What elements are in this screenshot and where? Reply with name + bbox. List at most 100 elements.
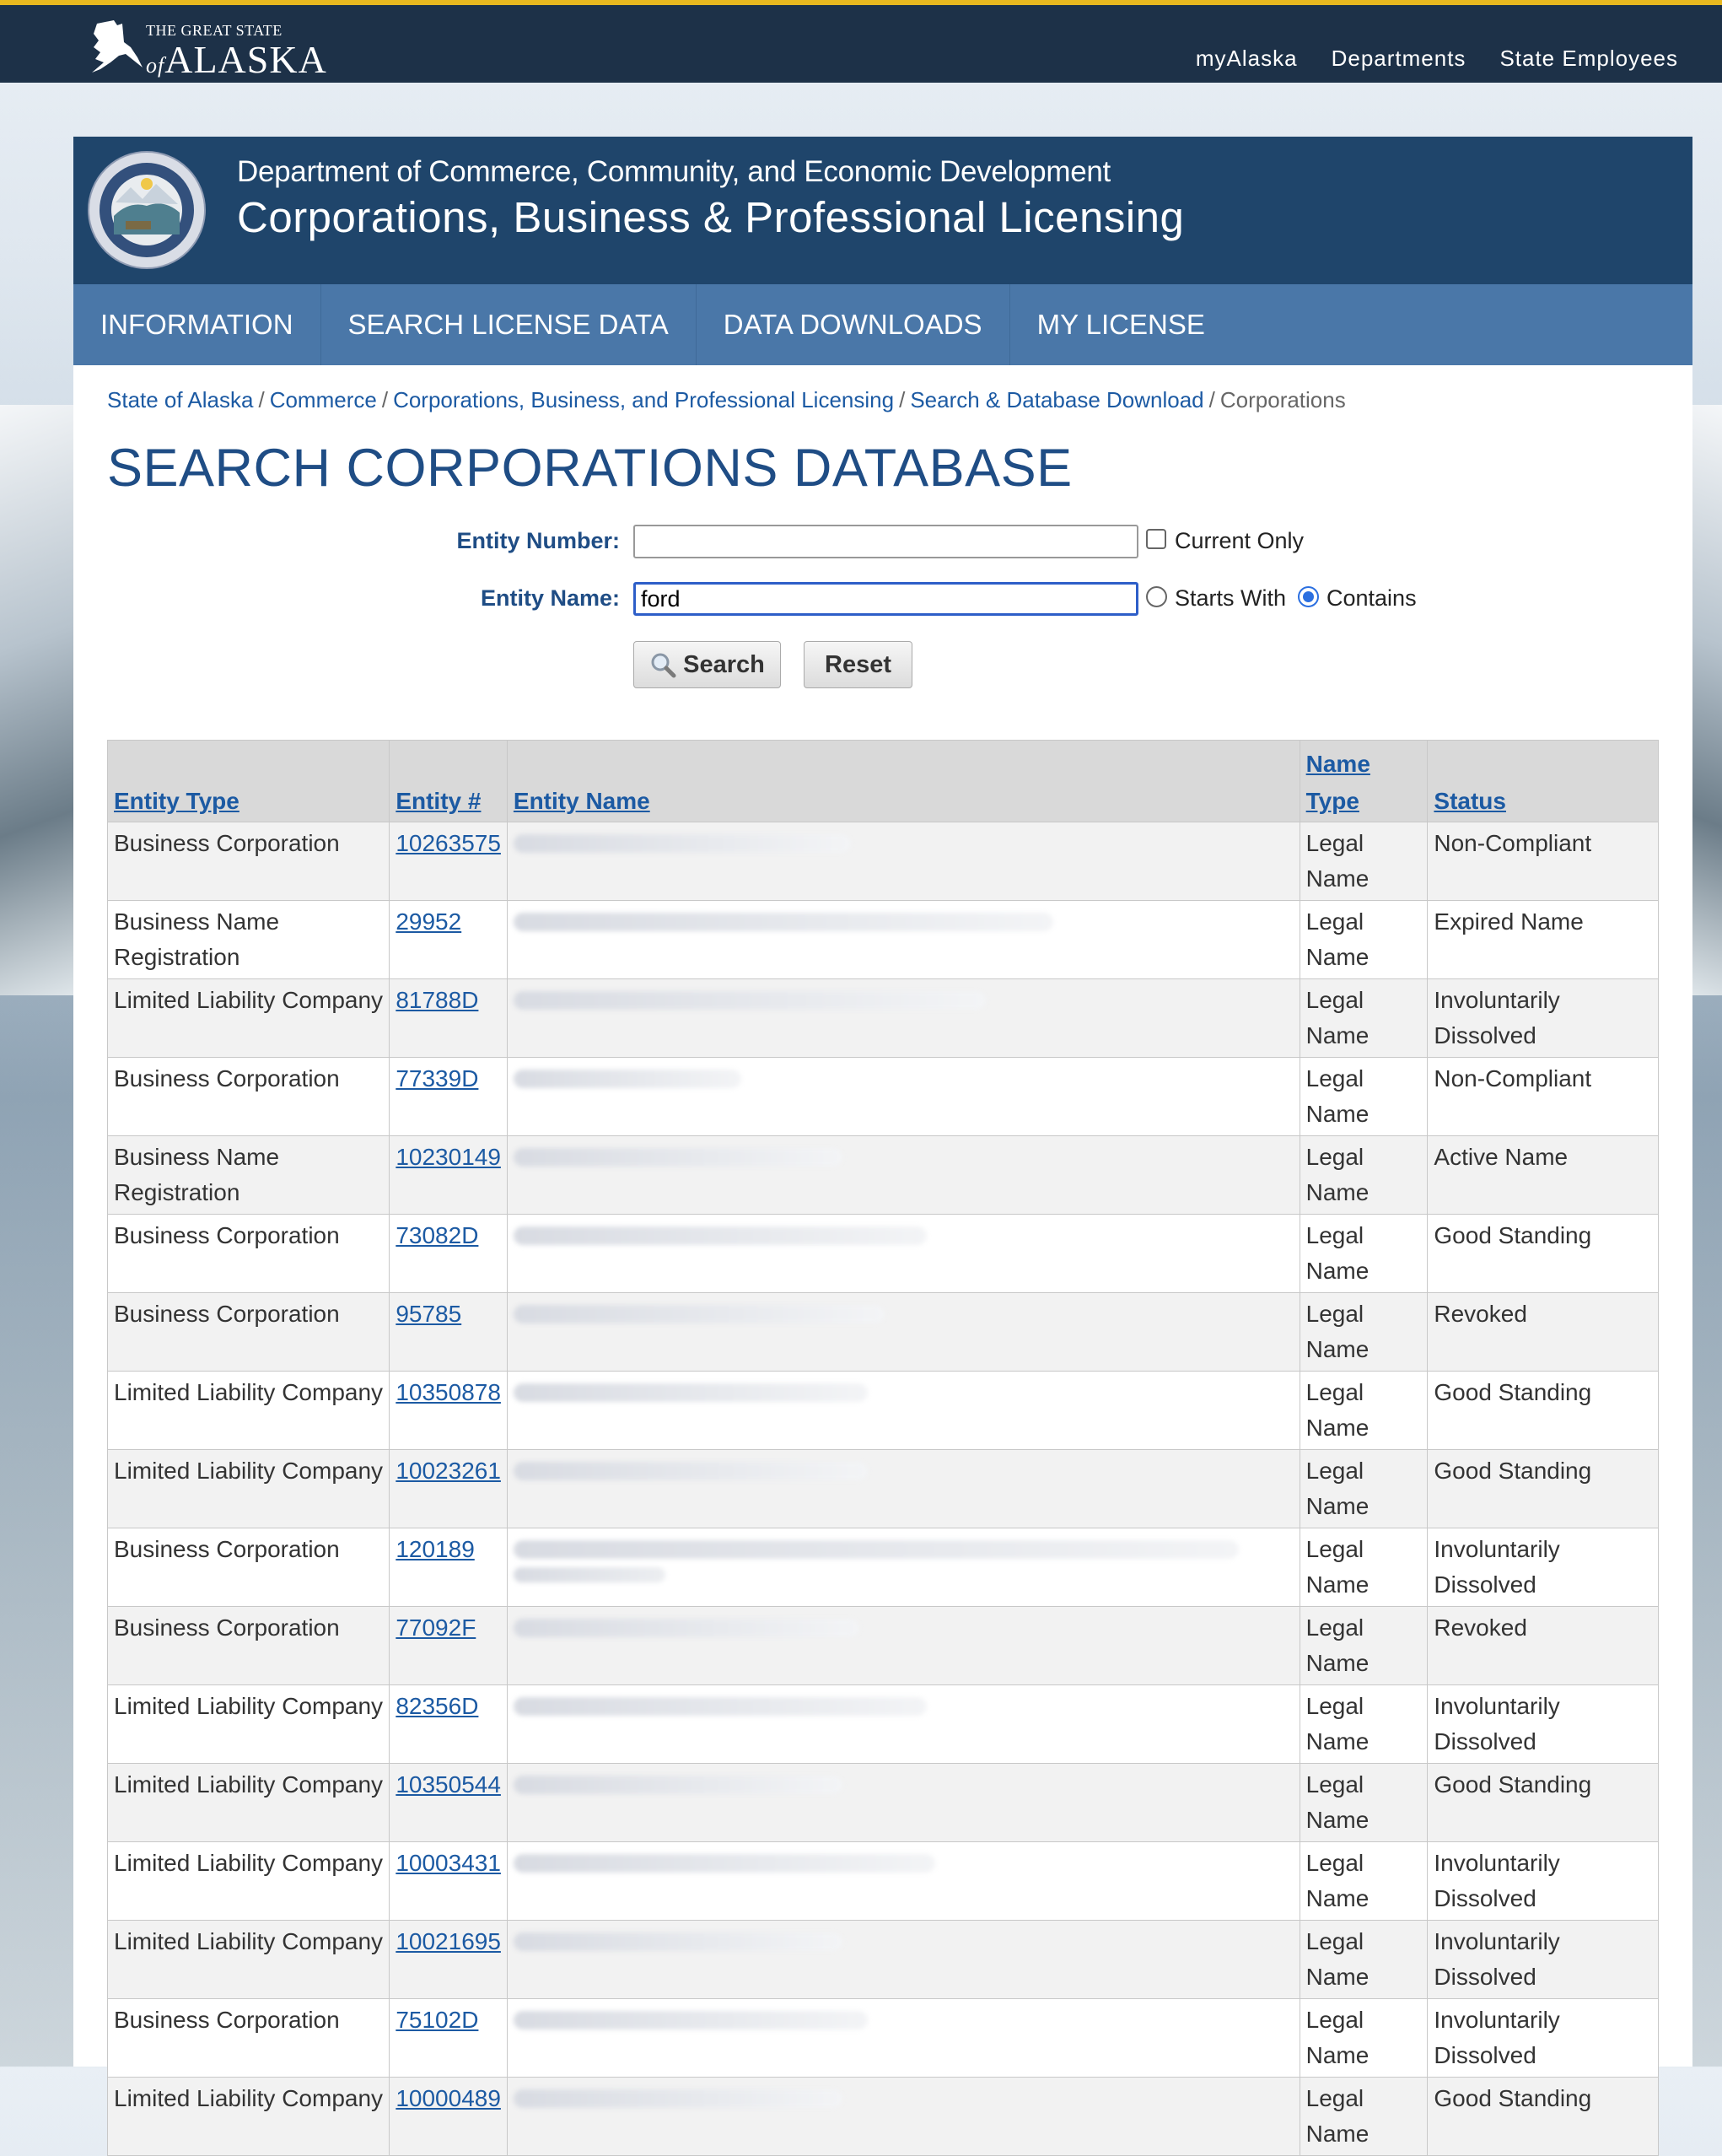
nav-information[interactable]: INFORMATION: [73, 284, 320, 365]
header-entity-type[interactable]: Entity Type: [106, 740, 390, 822]
entity-number-link[interactable]: 10023261: [396, 1458, 501, 1484]
alaska-logo[interactable]: THE GREAT STATE ofALASKA: [89, 17, 329, 81]
starts-with-radio[interactable]: [1146, 586, 1167, 607]
contains-radio[interactable]: [1298, 586, 1319, 607]
entity-number-link[interactable]: 10350878: [396, 1379, 501, 1405]
redacted-entity-name-line2: [513, 1567, 665, 1582]
redacted-entity-name[interactable]: [513, 1305, 885, 1323]
cell-entity-number: 10263575: [389, 822, 508, 901]
redacted-entity-name[interactable]: [513, 1148, 842, 1167]
current-only-label: Current Only: [1175, 528, 1305, 553]
myalaska-link[interactable]: myAlaska: [1196, 46, 1298, 72]
results-table: Entity Type Entity # Entity Name Name Ty…: [106, 740, 1659, 2156]
redacted-entity-name[interactable]: [513, 2089, 842, 2108]
cell-entity-type: Limited Liability Company: [106, 2077, 390, 2156]
redacted-entity-name[interactable]: [513, 1854, 935, 1873]
breadcrumb-state-of-alaska[interactable]: State of Alaska: [107, 387, 253, 412]
table-header-row: Entity Type Entity # Entity Name Name Ty…: [106, 740, 1659, 822]
cell-entity-number: 75102D: [389, 1998, 508, 2078]
main-content: State of Alaska / Commerce / Corporations, B…: [73, 365, 1692, 2156]
cell-name-type: Legal Name: [1299, 900, 1429, 979]
cell-name-type: Legal Name: [1299, 1528, 1429, 1607]
state-employees-link[interactable]: State Employees: [1499, 46, 1678, 72]
header-entity-number[interactable]: Entity #: [389, 740, 508, 822]
cell-entity-type: Limited Liability Company: [106, 1841, 390, 1921]
breadcrumb-cbpl[interactable]: Corporations, Business, and Professional…: [393, 387, 894, 412]
entity-number-link[interactable]: 10230149: [396, 1144, 501, 1170]
cell-name-type: Legal Name: [1299, 2077, 1429, 2156]
redacted-entity-name[interactable]: [513, 1383, 868, 1402]
background-mountains-right: [1688, 405, 1722, 995]
redacted-entity-name[interactable]: [513, 913, 1053, 931]
nav-search-license-data[interactable]: SEARCH LICENSE DATA: [320, 284, 696, 365]
top-links: myAlaska Departments State Employees: [1196, 46, 1678, 72]
cell-name-type: Legal Name: [1299, 978, 1429, 1058]
cell-entity-type: Business Name Registration: [106, 900, 390, 979]
redacted-entity-name[interactable]: [513, 1226, 927, 1245]
entity-number-link[interactable]: 77092F: [396, 1614, 476, 1641]
nav-my-license[interactable]: MY LICENSE: [1009, 284, 1232, 365]
redacted-entity-name[interactable]: [513, 1619, 859, 1637]
state-header: THE GREAT STATE ofALASKA myAlaska Depart…: [0, 0, 1722, 83]
entity-number-link[interactable]: 95785: [396, 1301, 461, 1327]
table-row: Business Corporation 77092F Legal Name Revo…: [106, 1606, 1659, 1685]
department-name: Department of Commerce, Community, and E…: [237, 155, 1111, 188]
cell-entity-number: 10003431: [389, 1841, 508, 1921]
table-row: Business Corporation 120189 Legal Name Invo…: [106, 1528, 1659, 1607]
entity-number-link[interactable]: 29952: [396, 908, 461, 935]
redacted-entity-name[interactable]: [513, 1932, 842, 1951]
cell-status: Good Standing: [1427, 1449, 1659, 1528]
redacted-entity-name[interactable]: [513, 1540, 1239, 1559]
header-entity-name[interactable]: Entity Name: [506, 740, 1300, 822]
entity-number-link[interactable]: 10350544: [396, 1771, 501, 1798]
entity-number-link[interactable]: 73082D: [396, 1222, 478, 1248]
redacted-entity-name[interactable]: [513, 1462, 868, 1480]
entity-number-link[interactable]: 81788D: [396, 987, 478, 1013]
table-row: Limited Liability Company 10350878 Legal N…: [106, 1371, 1659, 1450]
cell-status: Involuntarily Dissolved: [1427, 1528, 1659, 1607]
breadcrumb-current: Corporations: [1219, 387, 1346, 412]
entity-number-link[interactable]: 10000489: [396, 2085, 501, 2111]
entity-number-link[interactable]: 75102D: [396, 2007, 478, 2033]
entity-number-link[interactable]: 10021695: [396, 1928, 501, 1954]
cell-entity-type: Business Corporation: [106, 1528, 390, 1607]
main-nav: INFORMATION SEARCH LICENSE DATA DATA DOW…: [73, 284, 1692, 365]
redacted-entity-name[interactable]: [513, 2011, 868, 2029]
cell-entity-number: 95785: [389, 1292, 508, 1372]
redacted-entity-name[interactable]: [513, 1697, 927, 1716]
departments-link[interactable]: Departments: [1332, 46, 1466, 72]
page-title: SEARCH CORPORATIONS DATABASE: [107, 439, 1073, 498]
redacted-entity-name[interactable]: [513, 834, 851, 853]
table-row: Business Corporation 75102D Legal Name Invo…: [106, 1998, 1659, 2078]
redacted-entity-name[interactable]: [513, 1070, 741, 1088]
cell-entity-number: 77339D: [389, 1057, 508, 1136]
entity-number-link[interactable]: 77339D: [396, 1065, 478, 1091]
search-button[interactable]: Search: [633, 641, 781, 688]
entity-number-link[interactable]: 120189: [396, 1536, 474, 1562]
cell-name-type: Legal Name: [1299, 1998, 1429, 2078]
cell-name-type: Legal Name: [1299, 1057, 1429, 1136]
nav-data-downloads[interactable]: DATA DOWNLOADS: [695, 284, 1009, 365]
redacted-entity-name[interactable]: [513, 1776, 842, 1794]
cell-entity-name-redacted: [506, 1920, 1300, 1999]
cell-status: Active Name: [1427, 1135, 1659, 1215]
table-row: Limited Liability Company 10023261 Legal N…: [106, 1449, 1659, 1528]
cell-entity-name-redacted: [506, 1057, 1300, 1136]
redacted-entity-name[interactable]: [513, 991, 986, 1010]
background-mountains: [0, 405, 76, 995]
header-name-type[interactable]: Name Type: [1299, 740, 1429, 822]
entity-number-link[interactable]: 10003431: [396, 1850, 501, 1876]
entity-number-link[interactable]: 10263575: [396, 830, 501, 856]
cell-name-type: Legal Name: [1299, 1135, 1429, 1215]
reset-button[interactable]: Reset: [804, 641, 912, 688]
logo-big-text: ofALASKA: [146, 38, 327, 81]
cell-name-type: Legal Name: [1299, 1371, 1429, 1450]
current-only-checkbox[interactable]: [1146, 529, 1166, 549]
breadcrumb-commerce[interactable]: Commerce: [270, 387, 377, 412]
header-status[interactable]: Status: [1427, 740, 1659, 822]
entity-number-input[interactable]: [633, 525, 1138, 558]
entity-name-input[interactable]: [633, 582, 1138, 616]
cell-status: Good Standing: [1427, 2077, 1659, 2156]
entity-number-link[interactable]: 82356D: [396, 1693, 478, 1719]
breadcrumb-search-download[interactable]: Search & Database Download: [910, 387, 1203, 412]
